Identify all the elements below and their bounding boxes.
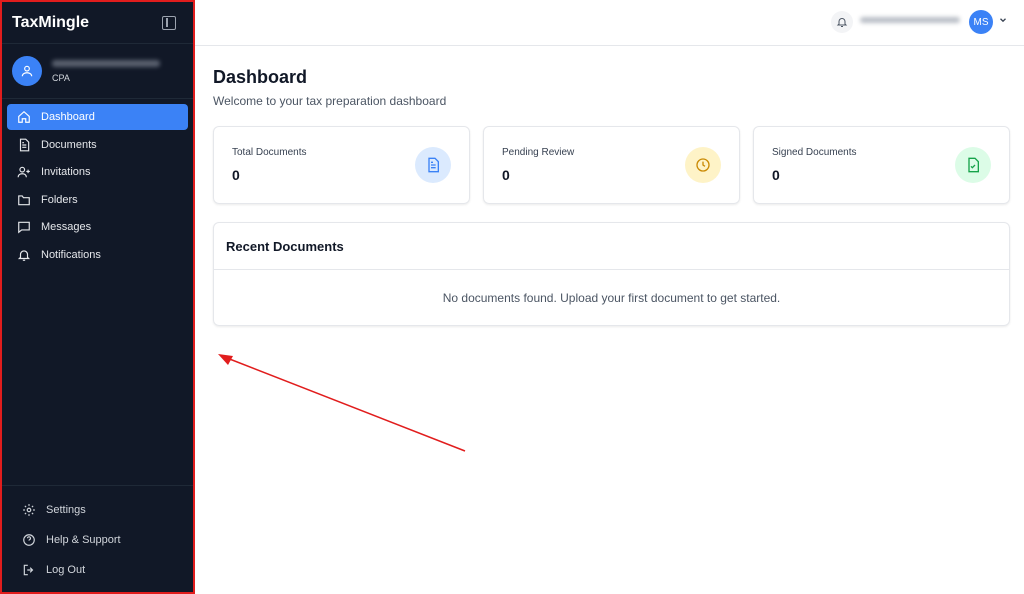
chevron-down-icon[interactable] bbox=[998, 15, 1008, 25]
file-check-icon bbox=[955, 147, 991, 183]
home-icon bbox=[17, 110, 31, 124]
document-icon bbox=[17, 138, 31, 152]
help-support-label: Help & Support bbox=[46, 534, 121, 546]
document-icon bbox=[415, 147, 451, 183]
recent-documents-title: Recent Documents bbox=[214, 223, 1009, 270]
collapse-sidebar-icon[interactable] bbox=[162, 15, 176, 30]
user-plus-icon bbox=[17, 165, 31, 179]
user-name-redacted bbox=[860, 17, 960, 23]
profile-name-redacted bbox=[52, 59, 160, 67]
sidebar-item-folders[interactable]: Folders bbox=[7, 187, 188, 213]
stats-cards: Total Documents 0 Pending Review 0 Signe… bbox=[213, 126, 1010, 204]
brand-logo[interactable]: TaxMingle bbox=[12, 14, 89, 32]
user-menu-avatar[interactable]: MS bbox=[969, 10, 993, 34]
user-profile[interactable]: CPA bbox=[2, 44, 193, 99]
page-title: Dashboard bbox=[213, 67, 308, 87]
sidebar-footer: Settings Help & Support Log Out bbox=[2, 485, 193, 592]
profile-text: CPA bbox=[52, 59, 160, 83]
stat-card-total-documents: Total Documents 0 bbox=[213, 126, 470, 204]
message-icon bbox=[17, 220, 31, 234]
sidebar-item-dashboard[interactable]: Dashboard bbox=[7, 104, 188, 130]
user-avatar-icon bbox=[12, 56, 42, 86]
stat-card-signed-documents: Signed Documents 0 bbox=[753, 126, 1010, 204]
bell-icon bbox=[836, 18, 848, 27]
sidebar: TaxMingle CPA Dashboard Documents Invita… bbox=[0, 0, 195, 594]
brand-row: TaxMingle bbox=[2, 2, 193, 44]
gear-icon bbox=[22, 503, 36, 517]
sidebar-item-invitations[interactable]: Invitations bbox=[7, 159, 188, 185]
page-subtitle: Welcome to your tax preparation dashboar… bbox=[213, 94, 447, 108]
sidebar-item-messages[interactable]: Messages bbox=[7, 214, 188, 240]
sidebar-item-notifications[interactable]: Notifications bbox=[7, 242, 188, 268]
logout-icon bbox=[22, 563, 36, 577]
stat-card-pending-review: Pending Review 0 bbox=[483, 126, 740, 204]
top-bar: MS bbox=[195, 0, 1024, 46]
sidebar-item-label: Folders bbox=[41, 193, 78, 206]
logout-label: Log Out bbox=[46, 564, 86, 576]
clock-icon bbox=[685, 147, 721, 183]
main-content: Dashboard Welcome to your tax preparatio… bbox=[213, 46, 1010, 326]
sidebar-item-label: Documents bbox=[41, 138, 97, 151]
sidebar-item-documents[interactable]: Documents bbox=[7, 132, 188, 158]
sidebar-item-label: Dashboard bbox=[41, 111, 95, 123]
settings-link[interactable]: Settings bbox=[2, 495, 193, 525]
help-support-link[interactable]: Help & Support bbox=[2, 525, 193, 555]
logout-button[interactable]: Log Out bbox=[2, 555, 193, 585]
sidebar-nav: Dashboard Documents Invitations Folders … bbox=[2, 99, 193, 268]
folder-icon bbox=[17, 193, 31, 207]
profile-role: CPA bbox=[52, 72, 70, 83]
settings-label: Settings bbox=[46, 504, 86, 516]
sidebar-item-label: Messages bbox=[41, 221, 92, 233]
recent-documents-panel: Recent Documents No documents found. Upl… bbox=[213, 222, 1010, 326]
bell-icon bbox=[17, 248, 31, 262]
sidebar-item-label: Invitations bbox=[41, 166, 91, 178]
sidebar-item-label: Notifications bbox=[41, 248, 101, 261]
notifications-button[interactable] bbox=[831, 11, 853, 33]
help-icon bbox=[22, 533, 36, 547]
empty-state-message: No documents found. Upload your first do… bbox=[442, 290, 781, 305]
